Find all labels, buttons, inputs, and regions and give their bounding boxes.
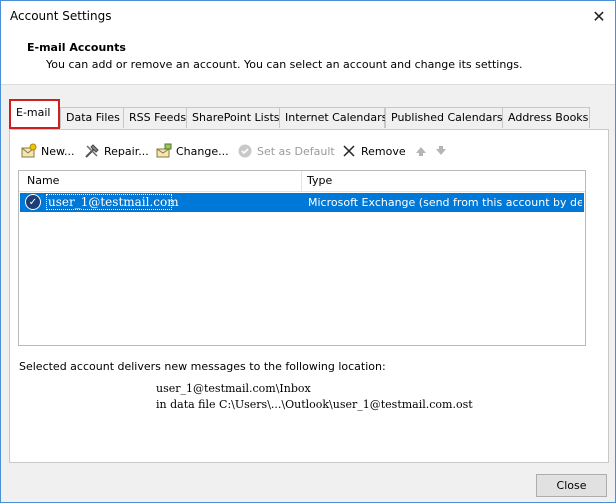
new-account-button[interactable]: New... — [21, 142, 74, 160]
set-default-label: Set as Default — [257, 144, 335, 158]
move-down-button[interactable] — [433, 142, 449, 160]
account-settings-window: Account Settings ✕ E-mail Accounts You c… — [0, 0, 616, 503]
column-header-name[interactable]: Name — [27, 174, 59, 187]
change-mail-icon — [156, 143, 172, 159]
remove-x-icon — [341, 143, 357, 159]
account-name: user_1@testmail.com — [48, 195, 179, 209]
email-tab-panel: New... Repair... Change... Set as Defaul… — [9, 129, 609, 463]
account-list[interactable]: Name Type ✓ user_1@testmail.com Microsof… — [18, 170, 586, 346]
change-account-button[interactable]: Change... — [156, 142, 229, 160]
tab-internet-calendars[interactable]: Internet Calendars — [279, 107, 387, 128]
tab-address-books[interactable]: Address Books — [502, 107, 590, 128]
tab-rss-feeds[interactable]: RSS Feeds — [123, 107, 189, 128]
change-account-label: Change... — [176, 144, 229, 158]
move-up-button[interactable] — [413, 142, 429, 160]
set-default-button[interactable]: Set as Default — [237, 142, 335, 160]
repair-account-button[interactable]: Repair... — [84, 142, 149, 160]
arrow-up-icon — [413, 143, 429, 159]
title-bar: Account Settings ✕ — [1, 1, 615, 32]
delivery-label: Selected account delivers new messages t… — [19, 360, 386, 373]
repair-tools-icon — [84, 143, 100, 159]
tab-published-calendars[interactable]: Published Calendars — [385, 107, 503, 128]
list-header: Name Type — [19, 171, 585, 192]
remove-account-label: Remove — [361, 144, 406, 158]
check-circle-icon — [237, 143, 253, 159]
tab-email[interactable]: E-mail — [9, 99, 60, 129]
table-row[interactable]: ✓ user_1@testmail.com Microsoft Exchange… — [20, 193, 584, 212]
close-button[interactable]: Close — [536, 474, 607, 497]
column-header-type[interactable]: Type — [307, 174, 332, 187]
header-section: E-mail Accounts You can add or remove an… — [1, 32, 615, 85]
tab-sharepoint-lists[interactable]: SharePoint Lists — [186, 107, 280, 128]
delivery-data-file-path: in data file C:\Users\...\Outlook\user_1… — [156, 398, 473, 411]
tab-data-files[interactable]: Data Files — [60, 107, 126, 128]
default-account-check-icon: ✓ — [25, 194, 41, 210]
header-title: E-mail Accounts — [27, 41, 126, 54]
new-mail-icon — [21, 143, 37, 159]
repair-account-label: Repair... — [104, 144, 149, 158]
window-title: Account Settings — [10, 9, 112, 23]
remove-account-button[interactable]: Remove — [341, 142, 406, 160]
delivery-inbox-path: user_1@testmail.com\Inbox — [156, 382, 311, 395]
arrow-down-icon — [433, 143, 449, 159]
close-icon[interactable]: ✕ — [585, 3, 613, 29]
column-separator[interactable] — [301, 171, 302, 192]
new-account-label: New... — [41, 144, 75, 158]
header-description: You can add or remove an account. You ca… — [46, 58, 523, 71]
account-type: Microsoft Exchange (send from this accou… — [308, 196, 582, 209]
